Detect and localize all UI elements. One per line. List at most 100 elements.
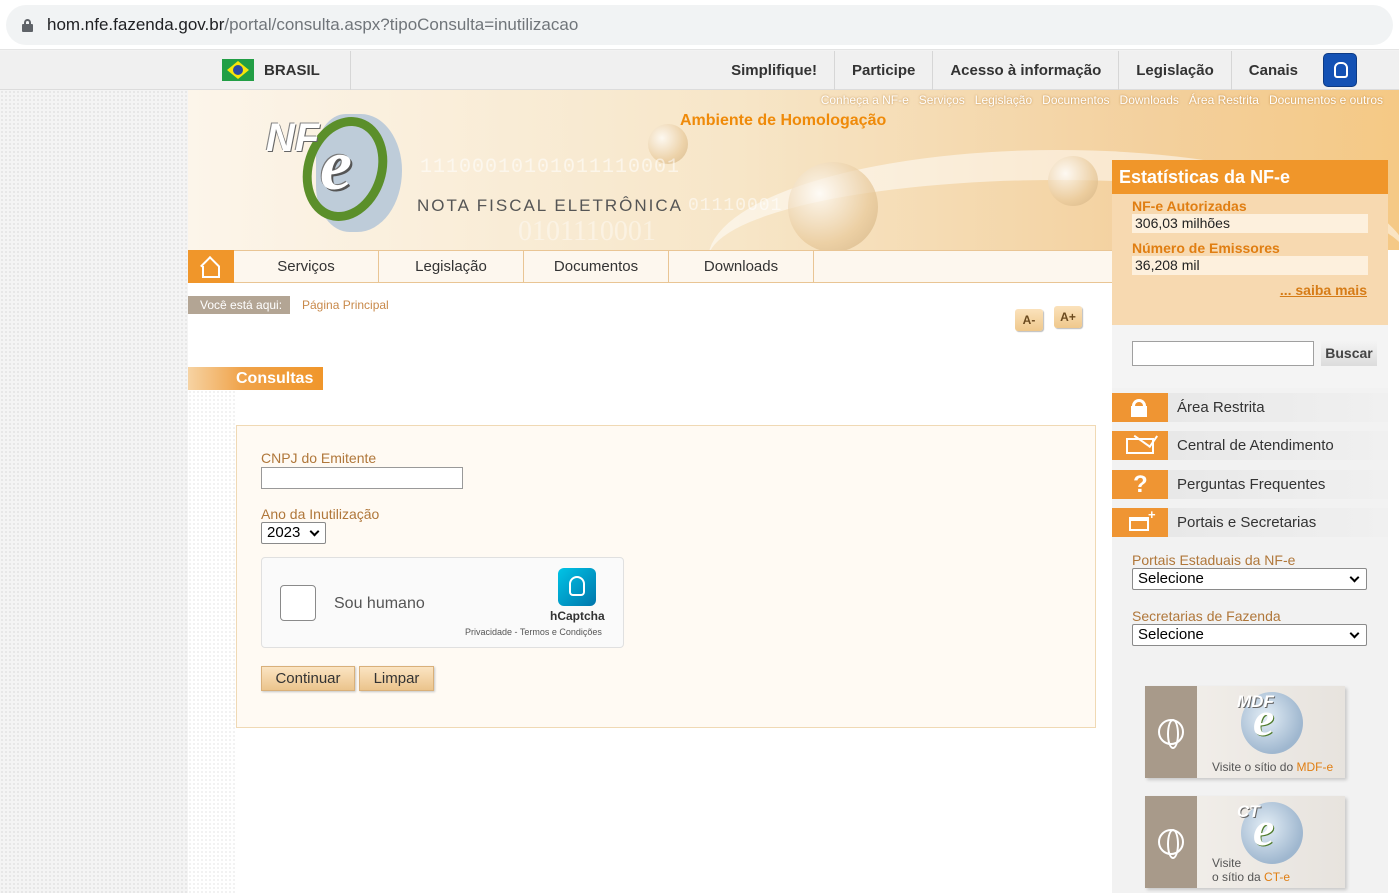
secretaries-select[interactable]: Selecione bbox=[1132, 624, 1367, 646]
section-dots bbox=[188, 390, 236, 893]
year-select[interactable]: 2023 bbox=[261, 522, 326, 544]
cnpj-input[interactable] bbox=[261, 467, 463, 489]
sidebar-item-area-restrita[interactable]: Área Restrita bbox=[1112, 393, 1388, 422]
secretaries-label: Secretarias de Fazenda bbox=[1132, 608, 1281, 624]
issuers-label: Número de Emissores bbox=[1132, 240, 1280, 256]
sidebar-item-label: Perguntas Frequentes bbox=[1177, 476, 1326, 493]
sidebar-item-perguntas-frequentes[interactable]: ? Perguntas Frequentes bbox=[1112, 470, 1388, 499]
envelope-icon bbox=[1112, 425, 1168, 460]
search-area: Buscar bbox=[1112, 325, 1388, 388]
divider bbox=[350, 51, 351, 90]
sidebar-item-label: Central de Atendimento bbox=[1177, 437, 1334, 454]
home-icon[interactable] bbox=[188, 250, 234, 283]
issuers-value: 36,208 mil bbox=[1132, 256, 1368, 275]
gov-bar: BRASIL Simplifique! Participe Acesso à i… bbox=[0, 51, 1399, 90]
nfe-subtitle: NOTA FISCAL ELETRÔNICA bbox=[417, 196, 683, 215]
brasil-link[interactable]: BRASIL bbox=[222, 59, 320, 81]
mdfe-banner[interactable]: e MDF Visite o sítio do MDF-e bbox=[1145, 686, 1345, 778]
gov-link-simplifique[interactable]: Simplifique! bbox=[714, 51, 834, 90]
browser-toolbar: hom.nfe.fazenda.gov.br/portal/consulta.a… bbox=[0, 0, 1399, 50]
logo-e-text: e bbox=[320, 125, 352, 205]
url-path: /portal/consulta.aspx?tipoConsulta=inuti… bbox=[224, 15, 579, 34]
hcaptcha-icon bbox=[558, 568, 596, 606]
globe-icon bbox=[1158, 829, 1184, 859]
breadcrumb-label: Você está aqui: bbox=[188, 296, 290, 314]
nfe-logo[interactable]: NF e bbox=[264, 105, 404, 236]
cnpj-label: CNPJ do Emitente bbox=[261, 450, 377, 466]
top-link-documentos[interactable]: Documentos bbox=[1042, 93, 1109, 107]
mdfe-caption: Visite o sítio do MDF-e bbox=[1212, 760, 1334, 774]
hcaptcha-widget: Sou humano hCaptcha Privacidade - Termos… bbox=[261, 557, 624, 648]
top-link-servicos[interactable]: Serviços bbox=[919, 93, 965, 107]
captcha-text: Sou humano bbox=[334, 595, 425, 612]
gov-link-legislacao[interactable]: Legislação bbox=[1118, 51, 1231, 90]
mdfe-brand: MDF bbox=[1237, 692, 1274, 711]
year-select-value: 2023 bbox=[267, 524, 301, 541]
year-label: Ano da Inutilização bbox=[261, 506, 380, 522]
brazil-flag-icon bbox=[222, 59, 254, 81]
portal-page: 11100010101011110001 01110001 0101110001… bbox=[188, 90, 1399, 893]
top-link-documentos-outros[interactable]: Documentos e outros bbox=[1269, 93, 1383, 107]
continue-button[interactable]: Continuar bbox=[261, 666, 355, 691]
authorized-label: NF-e Autorizadas bbox=[1132, 198, 1247, 214]
state-portals-select[interactable]: Selecione bbox=[1132, 568, 1367, 590]
top-link-downloads[interactable]: Downloads bbox=[1120, 93, 1179, 107]
lock-icon[interactable] bbox=[22, 18, 33, 32]
gov-link-canais[interactable]: Canais bbox=[1230, 51, 1315, 90]
nav-downloads[interactable]: Downloads bbox=[669, 251, 814, 283]
lock-icon bbox=[1112, 393, 1168, 422]
gov-link-participe[interactable]: Participe bbox=[833, 51, 932, 90]
accessibility-hands-icon[interactable] bbox=[1323, 53, 1357, 87]
address-bar[interactable]: hom.nfe.fazenda.gov.br/portal/consulta.a… bbox=[6, 5, 1393, 45]
chevron-down-icon bbox=[1349, 628, 1360, 639]
font-increase-button[interactable]: A+ bbox=[1054, 306, 1082, 328]
state-portals-value: Selecione bbox=[1138, 570, 1204, 587]
cte-brand: CT bbox=[1237, 802, 1260, 821]
clear-button[interactable]: Limpar bbox=[359, 666, 434, 691]
banner-binary-text: 11100010101011110001 bbox=[420, 156, 681, 179]
url-host: hom.nfe.fazenda.gov.br bbox=[47, 15, 225, 34]
cte-caption-line1: Visite bbox=[1212, 856, 1242, 870]
saiba-mais-link[interactable]: ... saiba mais bbox=[1280, 282, 1367, 298]
globe-icon bbox=[1158, 719, 1184, 749]
search-input[interactable] bbox=[1132, 341, 1314, 366]
section-title: Consultas bbox=[188, 367, 323, 390]
nav-servicos[interactable]: Serviços bbox=[234, 251, 379, 283]
banner-binary-text-3: 0101110001 bbox=[518, 216, 656, 247]
top-link-conheca[interactable]: Conheça a NF-e bbox=[821, 93, 909, 107]
breadcrumb-current[interactable]: Página Principal bbox=[302, 296, 389, 314]
chevron-down-icon bbox=[309, 526, 320, 537]
nav-documentos[interactable]: Documentos bbox=[524, 251, 669, 283]
secretaries-value: Selecione bbox=[1138, 626, 1204, 643]
captcha-checkbox[interactable] bbox=[280, 585, 316, 621]
banner-binary-text-2: 01110001 bbox=[688, 196, 783, 216]
question-icon: ? bbox=[1112, 470, 1168, 499]
top-link-legislacao[interactable]: Legislação bbox=[975, 93, 1032, 107]
sidebar-item-label: Área Restrita bbox=[1177, 399, 1265, 416]
search-button[interactable]: Buscar bbox=[1321, 340, 1377, 366]
font-decrease-button[interactable]: A- bbox=[1015, 309, 1043, 331]
brasil-label: BRASIL bbox=[264, 61, 320, 79]
stats-panel: Estatísticas da NF-e NF-e Autorizadas 30… bbox=[1112, 160, 1388, 325]
gov-links: Simplifique! Participe Acesso à informaç… bbox=[714, 51, 1315, 90]
gov-link-acesso-informacao[interactable]: Acesso à informação bbox=[932, 51, 1118, 90]
hcaptcha-brand: hCaptcha bbox=[550, 609, 605, 623]
nav-legislacao[interactable]: Legislação bbox=[379, 251, 524, 283]
cte-banner[interactable]: e CT Visite o sítio da CT-e bbox=[1145, 796, 1345, 888]
state-portals-label: Portais Estaduais da NF-e bbox=[1132, 552, 1296, 568]
authorized-value: 306,03 milhões bbox=[1132, 214, 1368, 233]
query-form: CNPJ do Emitente Ano da Inutilização 202… bbox=[236, 425, 1096, 728]
logo-nf-text: NF bbox=[266, 116, 320, 160]
page-background bbox=[0, 90, 188, 893]
stats-title: Estatísticas da NF-e bbox=[1112, 160, 1388, 194]
sidebar-item-portais-secretarias[interactable]: + Portais e Secretarias bbox=[1112, 507, 1388, 537]
environment-label: Ambiente de Homologação bbox=[680, 112, 887, 129]
main-nav: Serviços Legislação Documentos Downloads bbox=[188, 250, 1112, 283]
chevron-down-icon bbox=[1349, 572, 1360, 583]
sidebar-item-central-atendimento[interactable]: Central de Atendimento bbox=[1112, 425, 1388, 460]
cte-caption: o sítio da CT-e bbox=[1212, 870, 1291, 884]
top-link-area-restrita[interactable]: Área Restrita bbox=[1189, 93, 1259, 107]
hcaptcha-links[interactable]: Privacidade - Termos e Condições bbox=[465, 627, 602, 637]
window-plus-icon: + bbox=[1112, 507, 1168, 537]
sidebar-item-label: Portais e Secretarias bbox=[1177, 514, 1317, 531]
